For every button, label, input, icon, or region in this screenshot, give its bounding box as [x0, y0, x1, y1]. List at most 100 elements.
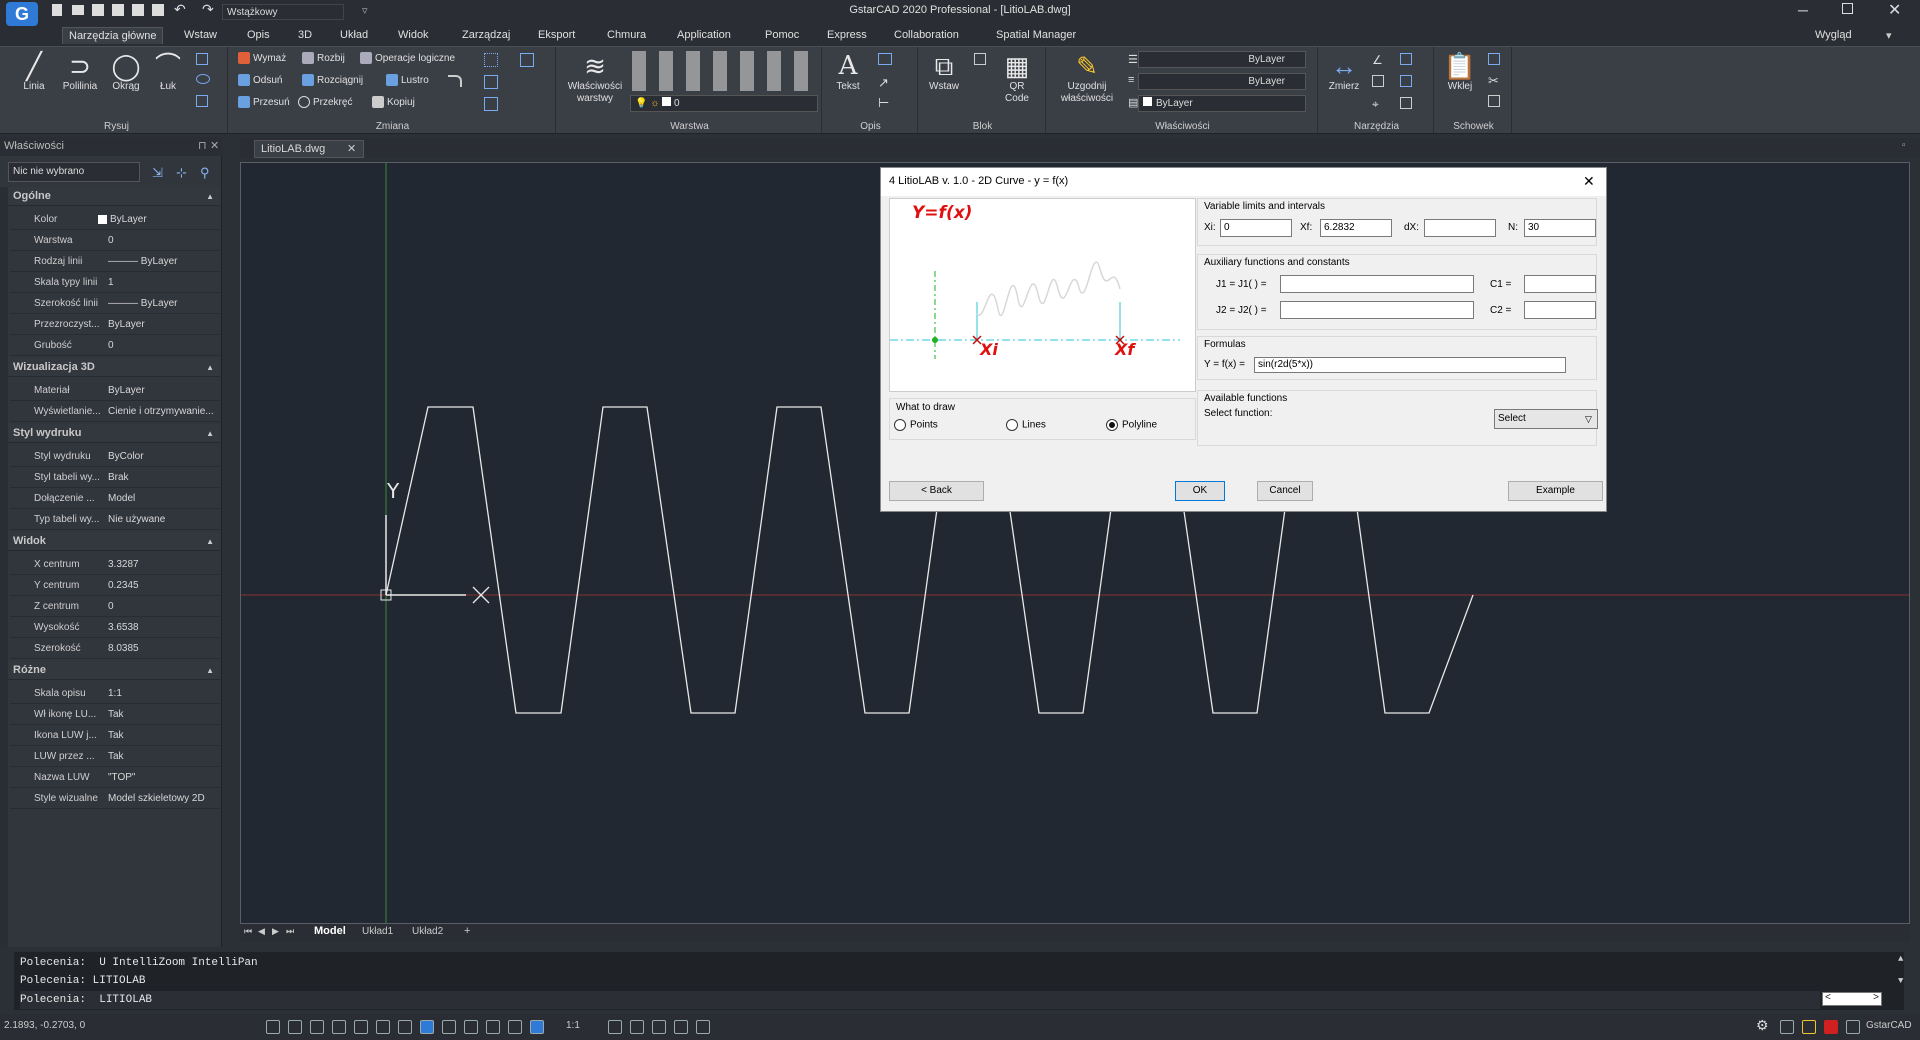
- property-value[interactable]: Model: [108, 488, 220, 509]
- pin-icon[interactable]: ⊓: [198, 137, 207, 156]
- color-select[interactable]: ByLayer: [1138, 95, 1306, 112]
- command-scrollbar[interactable]: < >: [1822, 992, 1882, 1006]
- layer-select[interactable]: 💡 ☼ 0: [630, 95, 818, 112]
- dynamic-input-icon[interactable]: [442, 1020, 456, 1034]
- property-value[interactable]: ByLayer: [108, 380, 220, 401]
- menu-item-wstaw[interactable]: Wstaw: [184, 29, 217, 41]
- explode-button[interactable]: Rozbij: [302, 50, 345, 68]
- document-tab-close-icon[interactable]: ✕: [347, 141, 356, 157]
- offset-button[interactable]: Odsuń: [238, 72, 282, 90]
- property-value[interactable]: Tak: [108, 725, 220, 746]
- toggle-pickadd-icon[interactable]: ⇲: [152, 165, 163, 181]
- dx-input[interactable]: [1424, 219, 1496, 237]
- array-icon[interactable]: [484, 53, 498, 67]
- menu-item-express[interactable]: Express: [827, 29, 867, 41]
- linetype-select[interactable]: ByLayer: [1138, 51, 1306, 68]
- model-space-icon[interactable]: [266, 1020, 280, 1034]
- osnap-icon[interactable]: [376, 1020, 390, 1034]
- property-row[interactable]: Nazwa LUW "TOP": [10, 767, 220, 788]
- polyline-button[interactable]: ⊃ Polilinia: [56, 51, 104, 92]
- view-menu[interactable]: Wygląd: [1815, 29, 1852, 41]
- panel-label-opis[interactable]: Opis: [824, 121, 917, 132]
- menu-item-uklad[interactable]: Układ: [340, 29, 368, 41]
- extend-icon[interactable]: [484, 75, 498, 89]
- property-row[interactable]: Wyświetlanie... Cienie i otrzymywanie...: [10, 401, 220, 422]
- scale-icon[interactable]: [484, 97, 498, 111]
- isolate-icon[interactable]: [674, 1020, 688, 1034]
- property-value[interactable]: "TOP": [108, 767, 220, 788]
- property-value[interactable]: ——— ByLayer: [108, 293, 220, 314]
- notification-icon[interactable]: [1802, 1020, 1816, 1034]
- collapse-arrow-icon[interactable]: ▲: [206, 532, 214, 551]
- xi-input[interactable]: 0: [1220, 219, 1292, 237]
- menu-item-opis[interactable]: Opis: [247, 29, 270, 41]
- polar-icon[interactable]: [354, 1020, 368, 1034]
- block-edit-icon[interactable]: [974, 53, 986, 65]
- hatch-icon[interactable]: [196, 53, 208, 65]
- panel-label-wlasciwosci[interactable]: Właściwości: [1048, 121, 1317, 132]
- trim-icon[interactable]: [520, 53, 534, 67]
- property-row[interactable]: Przezroczyst... ByLayer: [10, 314, 220, 335]
- property-row[interactable]: Style wizualne Model szkieletowy 2D: [10, 788, 220, 809]
- workspace-icon[interactable]: [530, 1020, 544, 1034]
- points-radio[interactable]: Points: [894, 419, 938, 431]
- menu-item-pomoc[interactable]: Pomoc: [765, 29, 799, 41]
- match-properties-button[interactable]: ✎ Uzgodnij właściwości: [1052, 51, 1122, 105]
- snap-icon[interactable]: [310, 1020, 324, 1034]
- minimize-icon[interactable]: ─: [1798, 2, 1808, 18]
- command-input[interactable]: Polecenia: LITIOLAB: [20, 991, 1820, 1009]
- menu-item-chmura[interactable]: Chmura: [607, 29, 646, 41]
- property-row[interactable]: Skala typy linii 1: [10, 272, 220, 293]
- quick-select-icon[interactable]: [1400, 75, 1412, 87]
- measure-button[interactable]: ↔ Zmierz: [1324, 51, 1364, 92]
- selection-select[interactable]: Nic nie wybrano: [8, 162, 140, 182]
- property-value[interactable]: 1: [108, 272, 220, 293]
- property-row[interactable]: LUW przez ... Tak: [10, 746, 220, 767]
- property-row[interactable]: Dołączenie ... Model: [10, 488, 220, 509]
- property-row[interactable]: Y centrum 0.2345: [10, 575, 220, 596]
- leader-icon[interactable]: ↗: [878, 75, 889, 91]
- example-button[interactable]: Example: [1508, 481, 1603, 501]
- property-value[interactable]: ——— ByLayer: [108, 251, 220, 272]
- property-row[interactable]: Materiał ByLayer: [10, 380, 220, 401]
- property-row[interactable]: Wł ikonę LU... Tak: [10, 704, 220, 725]
- collapse-arrow-icon[interactable]: ▲: [206, 424, 214, 443]
- property-value[interactable]: Brak: [108, 467, 220, 488]
- otrack-icon[interactable]: [398, 1020, 412, 1034]
- property-row[interactable]: Z centrum 0: [10, 596, 220, 617]
- property-row[interactable]: Styl tabeli wy... Brak: [10, 467, 220, 488]
- property-value[interactable]: ByLayer: [108, 314, 220, 335]
- y-formula-input[interactable]: sin(r2d(5*x)): [1254, 357, 1566, 373]
- ribbon-toggle-icon[interactable]: ▾: [1886, 29, 1892, 42]
- move-button[interactable]: Przesuń: [238, 94, 290, 112]
- fullscreen-icon[interactable]: [1824, 1020, 1838, 1034]
- property-row[interactable]: Styl wydruku ByColor: [10, 446, 220, 467]
- dialog-close-icon[interactable]: ✕: [1583, 173, 1595, 190]
- dimension-icon[interactable]: ⊢: [878, 95, 889, 111]
- ok-button[interactable]: OK: [1175, 481, 1225, 501]
- rectangle-icon[interactable]: [196, 95, 208, 107]
- props-section-header[interactable]: Wizualizacja 3D ▲: [8, 358, 220, 377]
- property-value[interactable]: Model szkieletowy 2D: [108, 788, 220, 809]
- props-section-header[interactable]: Widok ▲: [8, 532, 220, 551]
- n-input[interactable]: 30: [1524, 219, 1596, 237]
- select-objects-icon[interactable]: ⊹: [176, 165, 187, 181]
- table-icon[interactable]: [878, 53, 892, 65]
- mirror-button[interactable]: Lustro: [386, 72, 429, 90]
- lineweight-select[interactable]: ByLayer: [1138, 73, 1306, 90]
- props-section-header[interactable]: Różne ▲: [8, 661, 220, 680]
- insert-block-button[interactable]: ⧉ Wstaw: [924, 51, 964, 92]
- cmd-scroll-down-icon[interactable]: ▼: [1898, 976, 1903, 986]
- annotation-visibility-icon[interactable]: [608, 1020, 622, 1034]
- scroll-left-icon[interactable]: <: [1825, 993, 1831, 1004]
- close-icon[interactable]: ✕: [1888, 0, 1901, 20]
- property-row[interactable]: Szerokość 8.0385: [10, 638, 220, 659]
- palette-close-icon[interactable]: ✕: [210, 137, 219, 156]
- rotate-button[interactable]: Przekręć: [298, 94, 352, 112]
- function-select[interactable]: Select ▽: [1494, 409, 1598, 429]
- j2-input[interactable]: [1280, 301, 1474, 319]
- stretch-button[interactable]: Rozciągnij: [302, 72, 363, 90]
- clean-screen-icon[interactable]: [696, 1020, 710, 1034]
- property-value[interactable]: Tak: [108, 746, 220, 767]
- property-value[interactable]: 0: [108, 335, 220, 356]
